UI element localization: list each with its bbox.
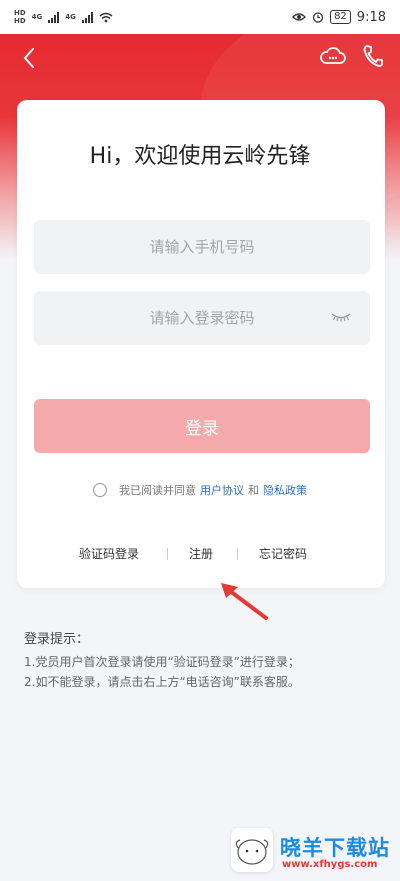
phone-field[interactable]	[34, 219, 370, 275]
network-type-1: 4G	[31, 12, 43, 21]
eye-icon	[292, 13, 306, 21]
user-agreement-link[interactable]: 用户协议	[200, 482, 244, 498]
network-type-2: 4G	[65, 12, 76, 21]
sms-login-link[interactable]: 验证码登录	[79, 545, 139, 562]
sheep-icon	[235, 839, 269, 865]
forgot-password-link[interactable]: 忘记密码	[259, 545, 307, 562]
bottom-links: 验证码登录 注册 忘记密码	[17, 545, 385, 565]
tips-line-2: 2.如不能登录，请点击右上方“电话咨询”联系客服。	[24, 675, 300, 689]
agree-and-text: 和	[248, 484, 259, 497]
alarm-icon	[312, 12, 324, 23]
sim2-tag: HD	[14, 16, 26, 25]
login-tips: 登录提示： 1.党员用户首次登录请使用“验证码登录”进行登录； 2.如不能登录，…	[24, 630, 384, 692]
agree-prefix: 我已阅读并同意	[119, 484, 196, 497]
page-title: Hi，欢迎使用云岭先锋	[89, 144, 311, 169]
divider	[237, 548, 238, 560]
register-link[interactable]: 注册	[189, 545, 213, 562]
battery-level: 82	[330, 10, 351, 24]
signal-icon-2	[81, 11, 93, 23]
password-field[interactable]	[34, 290, 370, 346]
tips-line-1: 1.党员用户首次登录请使用“验证码登录”进行登录；	[24, 655, 300, 669]
watermark-name: 晓羊下载站	[280, 836, 390, 860]
password-input[interactable]	[34, 290, 370, 346]
phone-input[interactable]	[34, 219, 370, 275]
watermark-logo	[231, 828, 273, 872]
watermark-url: www.xfhygs.com	[282, 859, 378, 870]
red-arrow-annotation	[221, 583, 268, 620]
status-bar: HD HD 4G 4G 82 9:18	[0, 0, 400, 34]
chevron-left-icon[interactable]	[22, 47, 36, 69]
sim1-tag: HD	[14, 8, 26, 17]
cloud-icon[interactable]	[320, 46, 346, 66]
wifi-icon	[99, 12, 113, 22]
clock: 9:18	[356, 9, 386, 25]
agreement-row: 我已阅读并同意 用户协议 和 隐私政策	[0, 482, 400, 498]
agree-checkbox[interactable]	[93, 483, 107, 497]
signal-icon	[48, 11, 60, 23]
eye-closed-icon[interactable]	[330, 312, 352, 322]
tips-title: 登录提示：	[24, 632, 90, 647]
phone-icon[interactable]	[362, 44, 384, 68]
top-navbar	[0, 34, 400, 80]
login-button[interactable]: 登录	[34, 399, 370, 453]
privacy-policy-link[interactable]: 隐私政策	[263, 482, 307, 498]
divider	[167, 548, 168, 560]
